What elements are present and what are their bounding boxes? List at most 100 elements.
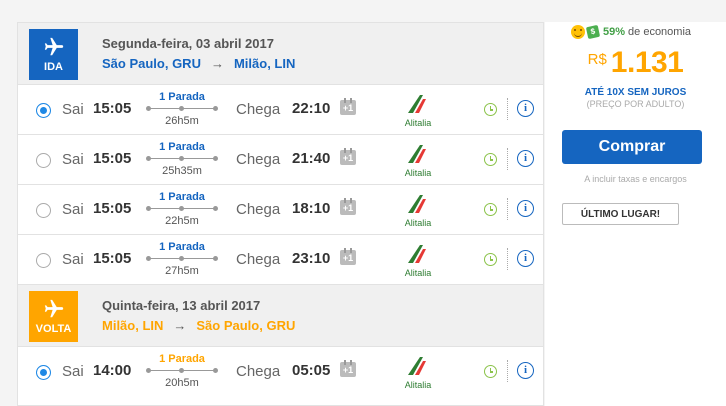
outbound-header: IDA Segunda-feira, 03 abril 2017 São Pau…	[18, 23, 543, 85]
inbound-destination: São Paulo, GRU	[196, 318, 296, 333]
divider	[507, 248, 508, 270]
calendar-plus-one-icon: +1	[340, 248, 356, 265]
arrow-right-icon: →	[210, 56, 224, 71]
stops-count: 1 Parada	[159, 191, 205, 203]
arrival-label: Chega	[236, 201, 281, 218]
stops-info: 1 Parada 27h5m	[146, 241, 218, 277]
arrival-label: Chega	[236, 151, 281, 168]
next-day-label: +1	[342, 253, 354, 263]
next-day-label: +1	[342, 203, 354, 213]
outbound-date: Segunda-feira, 03 abril 2017	[102, 36, 274, 51]
last-seat-badge: ÚLTIMO LUGAR!	[562, 203, 679, 225]
tax-note: A incluir taxas e encargos	[584, 174, 687, 184]
departure-label: Sai	[62, 101, 84, 118]
arrival-label: Chega	[236, 101, 281, 118]
alitalia-logo	[408, 195, 426, 213]
inbound-badge: VOLTA	[29, 291, 78, 342]
flight-radio[interactable]	[36, 365, 51, 380]
stops-line	[146, 204, 218, 214]
arrival-time: 23:10	[292, 250, 331, 267]
calendar-plus-one-icon: +1	[340, 198, 356, 215]
alitalia-logo	[408, 245, 426, 263]
clock-icon[interactable]	[484, 203, 497, 216]
airline-name: Alitalia	[404, 118, 432, 128]
departure-time: 15:05	[93, 200, 132, 217]
info-icon[interactable]: i	[517, 150, 534, 167]
arrival-label: Chega	[236, 363, 281, 380]
flight-radio[interactable]	[36, 203, 51, 218]
plane-icon	[44, 37, 63, 56]
inbound-origin: Milão, LIN	[102, 318, 164, 333]
departure-label: Sai	[62, 151, 84, 168]
arrival-time: 22:10	[292, 100, 331, 117]
flight-row[interactable]: Sai 15:05 1 Parada 27h5m Chega 23:10 +1 …	[18, 235, 543, 285]
info-icon[interactable]: i	[517, 200, 534, 217]
airline-logo: Alitalia	[400, 143, 436, 178]
flight-radio[interactable]	[36, 103, 51, 118]
flight-row[interactable]: Sai 14:00 1 Parada 20h5m Chega 05:05 +1 …	[18, 347, 543, 397]
stops-info: 1 Parada 25h35m	[146, 141, 218, 177]
stops-count: 1 Parada	[159, 241, 205, 253]
savings-percent: 59%	[603, 26, 626, 38]
calendar-plus-one-icon: +1	[340, 148, 356, 165]
stops-line	[146, 254, 218, 264]
flight-radio[interactable]	[36, 253, 51, 268]
stops-info: 1 Parada 26h5m	[146, 91, 218, 127]
info-icon[interactable]: i	[517, 362, 534, 379]
price-value: 1.131	[610, 46, 684, 79]
next-day-label: +1	[342, 365, 354, 375]
flight-duration: 26h5m	[165, 115, 199, 127]
departure-time: 15:05	[93, 250, 132, 267]
buy-button[interactable]: Comprar	[562, 130, 702, 164]
departure-label: Sai	[62, 201, 84, 218]
airline-name: Alitalia	[404, 380, 432, 390]
airline-logo: Alitalia	[400, 193, 436, 228]
next-day-label: +1	[342, 103, 354, 113]
inbound-header: VOLTA Quinta-feira, 13 abril 2017 Milão,…	[18, 285, 543, 347]
flight-card: IDA Segunda-feira, 03 abril 2017 São Pau…	[17, 22, 544, 406]
price: R$ 1.131	[545, 46, 726, 80]
clock-icon[interactable]	[484, 365, 497, 378]
money-icon: $	[585, 24, 601, 40]
clock-icon[interactable]	[484, 103, 497, 116]
outbound-destination: Milão, LIN	[233, 56, 296, 71]
info-icon[interactable]: i	[517, 100, 534, 117]
flight-row[interactable]: Sai 15:05 1 Parada 22h5m Chega 18:10 +1 …	[18, 185, 543, 235]
divider	[507, 148, 508, 170]
clock-icon[interactable]	[484, 253, 497, 266]
flight-row[interactable]: Sai 15:05 1 Parada 26h5m Chega 22:10 +1 …	[18, 85, 543, 135]
airline-name: Alitalia	[404, 218, 432, 228]
divider	[507, 198, 508, 220]
stops-line	[146, 366, 218, 376]
calendar-plus-one-icon: +1	[340, 360, 356, 377]
inbound-badge-label: VOLTA	[35, 323, 72, 335]
stops-info: 1 Parada 22h5m	[146, 191, 218, 227]
airline-name: Alitalia	[404, 268, 432, 278]
calendar-plus-one-icon: +1	[340, 98, 356, 115]
divider	[507, 360, 508, 382]
airline-logo: Alitalia	[400, 243, 436, 278]
arrow-right-icon: →	[173, 318, 187, 333]
flight-row[interactable]: Sai 15:05 1 Parada 25h35m Chega 21:40 +1…	[18, 135, 543, 185]
airline-logo: Alitalia	[400, 93, 436, 128]
stops-count: 1 Parada	[159, 353, 205, 365]
departure-time: 15:05	[93, 100, 132, 117]
inbound-date: Quinta-feira, 13 abril 2017	[102, 298, 261, 313]
price-sidebar: $ 59% de economia R$ 1.131 ATÉ 10X SEM JU…	[545, 22, 726, 406]
clock-icon[interactable]	[484, 153, 497, 166]
airline-logo: Alitalia	[400, 355, 436, 390]
alitalia-logo	[408, 95, 426, 113]
outbound-badge-label: IDA	[44, 61, 63, 73]
stops-line	[146, 104, 218, 114]
airline-name: Alitalia	[404, 168, 432, 178]
next-day-label: +1	[342, 153, 354, 163]
installments: ATÉ 10X SEM JUROS	[584, 87, 687, 98]
stops-info: 1 Parada 20h5m	[146, 353, 218, 389]
info-icon[interactable]: i	[517, 250, 534, 267]
flight-radio[interactable]	[36, 153, 51, 168]
flight-duration: 27h5m	[165, 265, 199, 277]
savings-text: de economia	[628, 26, 692, 38]
alitalia-logo	[408, 145, 426, 163]
divider	[507, 98, 508, 120]
departure-label: Sai	[62, 363, 84, 380]
